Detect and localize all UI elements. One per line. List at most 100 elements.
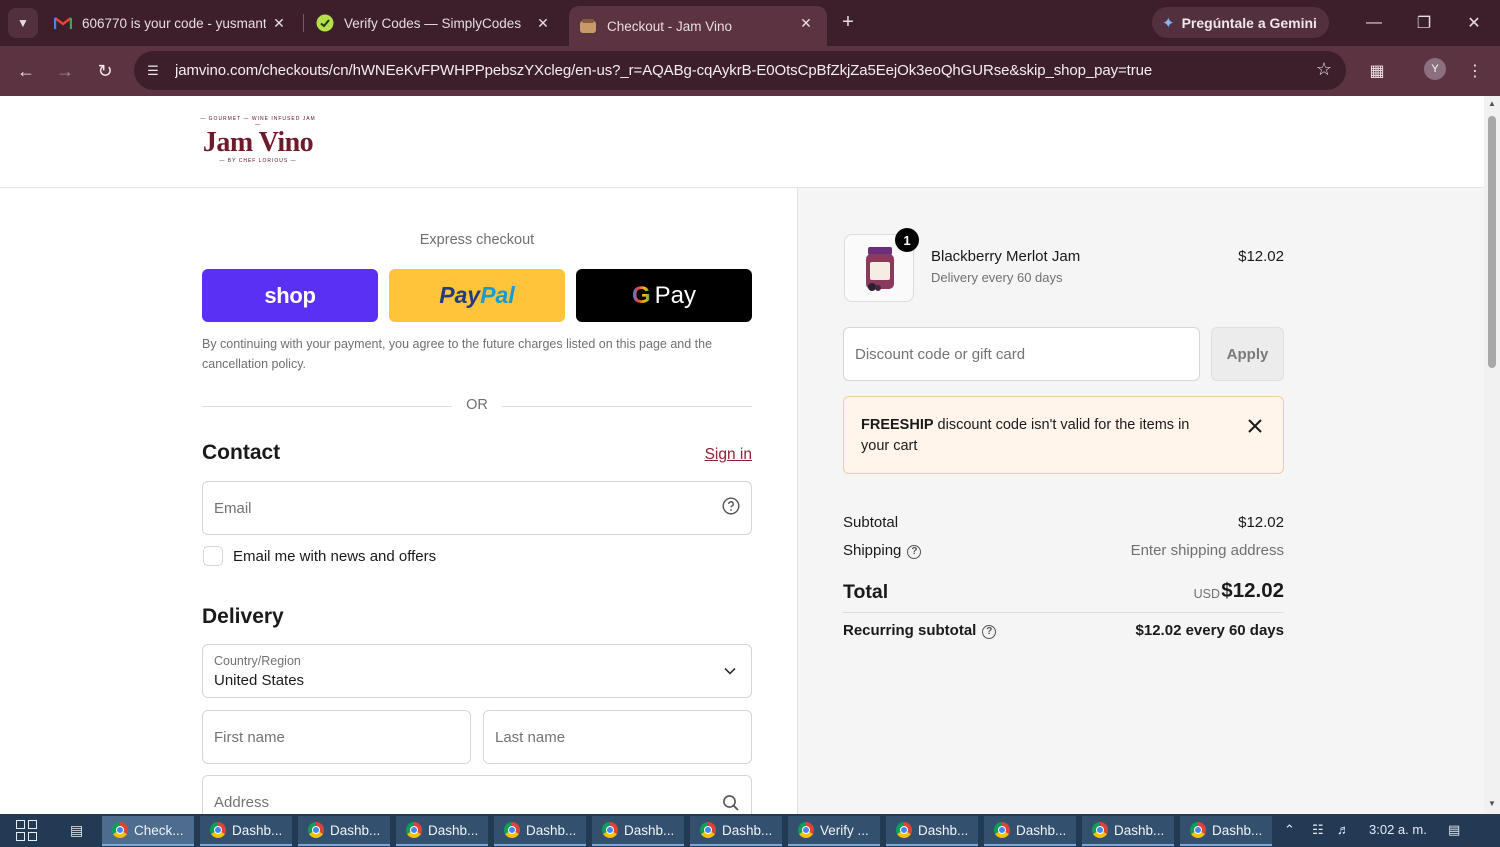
site-settings-icon[interactable]: ☰ (140, 58, 166, 84)
help-circle-icon[interactable] (721, 496, 741, 516)
or-divider: OR (202, 396, 752, 416)
taskbar-item-label: Dashb... (1114, 822, 1165, 838)
taskbar-item[interactable]: Dashb... (494, 816, 586, 846)
windows-taskbar: ▤ Check... Dashb... Dashb... Dashb... Da… (0, 814, 1500, 847)
taskbar-item[interactable]: Dashb... (690, 816, 782, 846)
taskbar-item-label: Verify ... (820, 822, 869, 838)
scroll-down-arrow-icon[interactable]: ▼ (1487, 799, 1497, 808)
tab-gmail[interactable]: 606770 is your code - yusmantr ✕ (44, 6, 300, 40)
close-icon (1248, 419, 1262, 433)
tab-simplycodes[interactable]: Verify Codes — SimplyCodes ✕ (306, 6, 564, 40)
jam-jar-image (866, 247, 894, 291)
reload-button[interactable]: ↻ (91, 57, 119, 85)
chrome-icon (1092, 822, 1108, 838)
google-pay-button[interactable]: G Pay (576, 269, 752, 322)
close-icon[interactable]: ✕ (797, 14, 815, 32)
gemini-button[interactable]: ✦ Pregúntale a Gemini (1152, 7, 1329, 38)
first-name-field[interactable]: First name (202, 710, 471, 764)
close-window-button[interactable]: ✕ (1459, 8, 1489, 38)
chevron-up-icon[interactable]: ⌃ (1284, 822, 1295, 838)
discount-placeholder: Discount code or gift card (855, 346, 1026, 363)
country-value: United States (214, 672, 305, 689)
scroll-up-arrow-icon[interactable]: ▲ (1487, 99, 1497, 108)
help-circle-icon[interactable]: ? (982, 624, 997, 639)
minimize-button[interactable]: — (1359, 8, 1389, 38)
apply-discount-button[interactable]: Apply (1211, 327, 1284, 381)
sign-in-link[interactable]: Sign in (690, 446, 752, 464)
google-pay-label: Pay (654, 281, 697, 309)
last-name-field[interactable]: Last name (483, 710, 752, 764)
taskbar-item[interactable]: Dashb... (1180, 816, 1272, 846)
chrome-icon (896, 822, 912, 838)
bookmark-star-icon[interactable]: ☆ (1316, 59, 1332, 80)
scroll-thumb[interactable] (1488, 116, 1496, 368)
gmail-icon (54, 14, 72, 32)
taskbar-item[interactable]: Dashb... (984, 816, 1076, 846)
extensions-icon[interactable]: ▦ (1364, 58, 1390, 84)
page-scrollbar[interactable]: ▲ ▼ (1484, 96, 1500, 814)
taskbar-item[interactable]: Dashb... (298, 816, 390, 846)
volume-icon[interactable]: ♬ (1337, 822, 1350, 837)
url-text[interactable]: jamvino.com/checkouts/cn/hWNEeKvFPWHPPpe… (175, 62, 1295, 79)
product-subscription: Delivery every 60 days (931, 270, 1063, 285)
chevron-down-icon: ▼ (17, 16, 29, 30)
logo-tagline-bottom: — BY CHEF LORIOUS — (219, 158, 297, 164)
start-grid-icon (28, 820, 37, 829)
start-grid-icon (16, 832, 25, 841)
help-circle-icon[interactable]: ? (907, 544, 922, 559)
taskbar-item[interactable]: Dashb... (396, 816, 488, 846)
checkout-page: — GOURMET — WINE INFUSED JAM — Jam Vino … (0, 96, 1484, 814)
restore-button[interactable]: ❐ (1409, 8, 1439, 38)
pinned-app-icon[interactable]: ▤ (70, 822, 90, 840)
forward-button[interactable]: → (51, 57, 79, 85)
jam-vino-logo[interactable]: — GOURMET — WINE INFUSED JAM — Jam Vino … (200, 116, 316, 168)
newsletter-checkbox[interactable] (203, 546, 223, 566)
paypal-label-pal: Pal (480, 282, 515, 308)
dismiss-alert-button[interactable] (1244, 415, 1266, 437)
taskbar-item[interactable]: Dashb... (592, 816, 684, 846)
taskbar-item-label: Dashb... (624, 822, 675, 838)
tab-search-button[interactable]: ▼ (8, 8, 38, 38)
newsletter-label[interactable]: Email me with news and offers (233, 548, 436, 565)
logo-wordmark: Jam Vino (202, 127, 314, 158)
start-grid-icon (28, 832, 37, 841)
clock[interactable]: 3:02 a. m. (1369, 822, 1427, 837)
country-select[interactable]: Country/Region United States (202, 644, 752, 698)
email-field[interactable]: Email (202, 481, 752, 535)
taskbar-item[interactable]: Dashb... (1082, 816, 1174, 846)
close-icon[interactable]: ✕ (270, 14, 288, 32)
wifi-icon[interactable]: ☷ (1312, 822, 1324, 838)
arrow-left-icon: ← (17, 60, 35, 81)
discount-code-input[interactable]: Discount code or gift card (843, 327, 1200, 381)
shop-pay-label: shop (264, 282, 316, 308)
paypal-button[interactable]: Pay Pal (389, 269, 565, 322)
taskbar-item[interactable]: Dashb... (200, 816, 292, 846)
email-placeholder: Email (214, 500, 252, 517)
more-menu-icon[interactable]: ⋮ (1462, 58, 1488, 84)
notification-icon[interactable]: ▤ (1448, 822, 1460, 838)
profile-avatar[interactable]: Y (1424, 58, 1446, 80)
country-label: Country/Region (214, 654, 301, 668)
paypal-label-pay: Pay (439, 282, 481, 308)
tab-title: 606770 is your code - yusmantr (82, 15, 266, 31)
total-divider (843, 612, 1284, 613)
taskbar-item-label: Dashb... (918, 822, 969, 838)
gemini-sparkle-icon: ✦ (1162, 14, 1175, 32)
subtotal-value: $12.02 (1238, 514, 1284, 531)
taskbar-item[interactable]: Dashb... (886, 816, 978, 846)
discount-error-alert: FREESHIP discount code isn't valid for t… (843, 396, 1284, 474)
shop-pay-button[interactable]: shop (202, 269, 378, 322)
address-field[interactable]: Address (202, 775, 752, 814)
first-name-placeholder: First name (214, 729, 285, 746)
taskbar-item[interactable]: Verify ... (788, 816, 880, 846)
new-tab-button[interactable]: + (836, 10, 860, 34)
back-button[interactable]: ← (12, 57, 40, 85)
start-button[interactable] (16, 820, 40, 842)
quantity-badge: 1 (895, 228, 919, 252)
order-summary: 1 Blackberry Merlot Jam Delivery every 6… (797, 188, 1484, 814)
close-icon[interactable]: ✕ (534, 14, 552, 32)
checkout-form: Express checkout shop Pay Pal G Pay By con… (0, 188, 797, 814)
address-bar[interactable]: ☰ jamvino.com/checkouts/cn/hWNEeKvFPWHPP… (134, 51, 1346, 90)
taskbar-item[interactable]: Check... (102, 816, 194, 846)
tab-checkout-jam-vino[interactable]: Checkout - Jam Vino ✕ (569, 6, 827, 46)
